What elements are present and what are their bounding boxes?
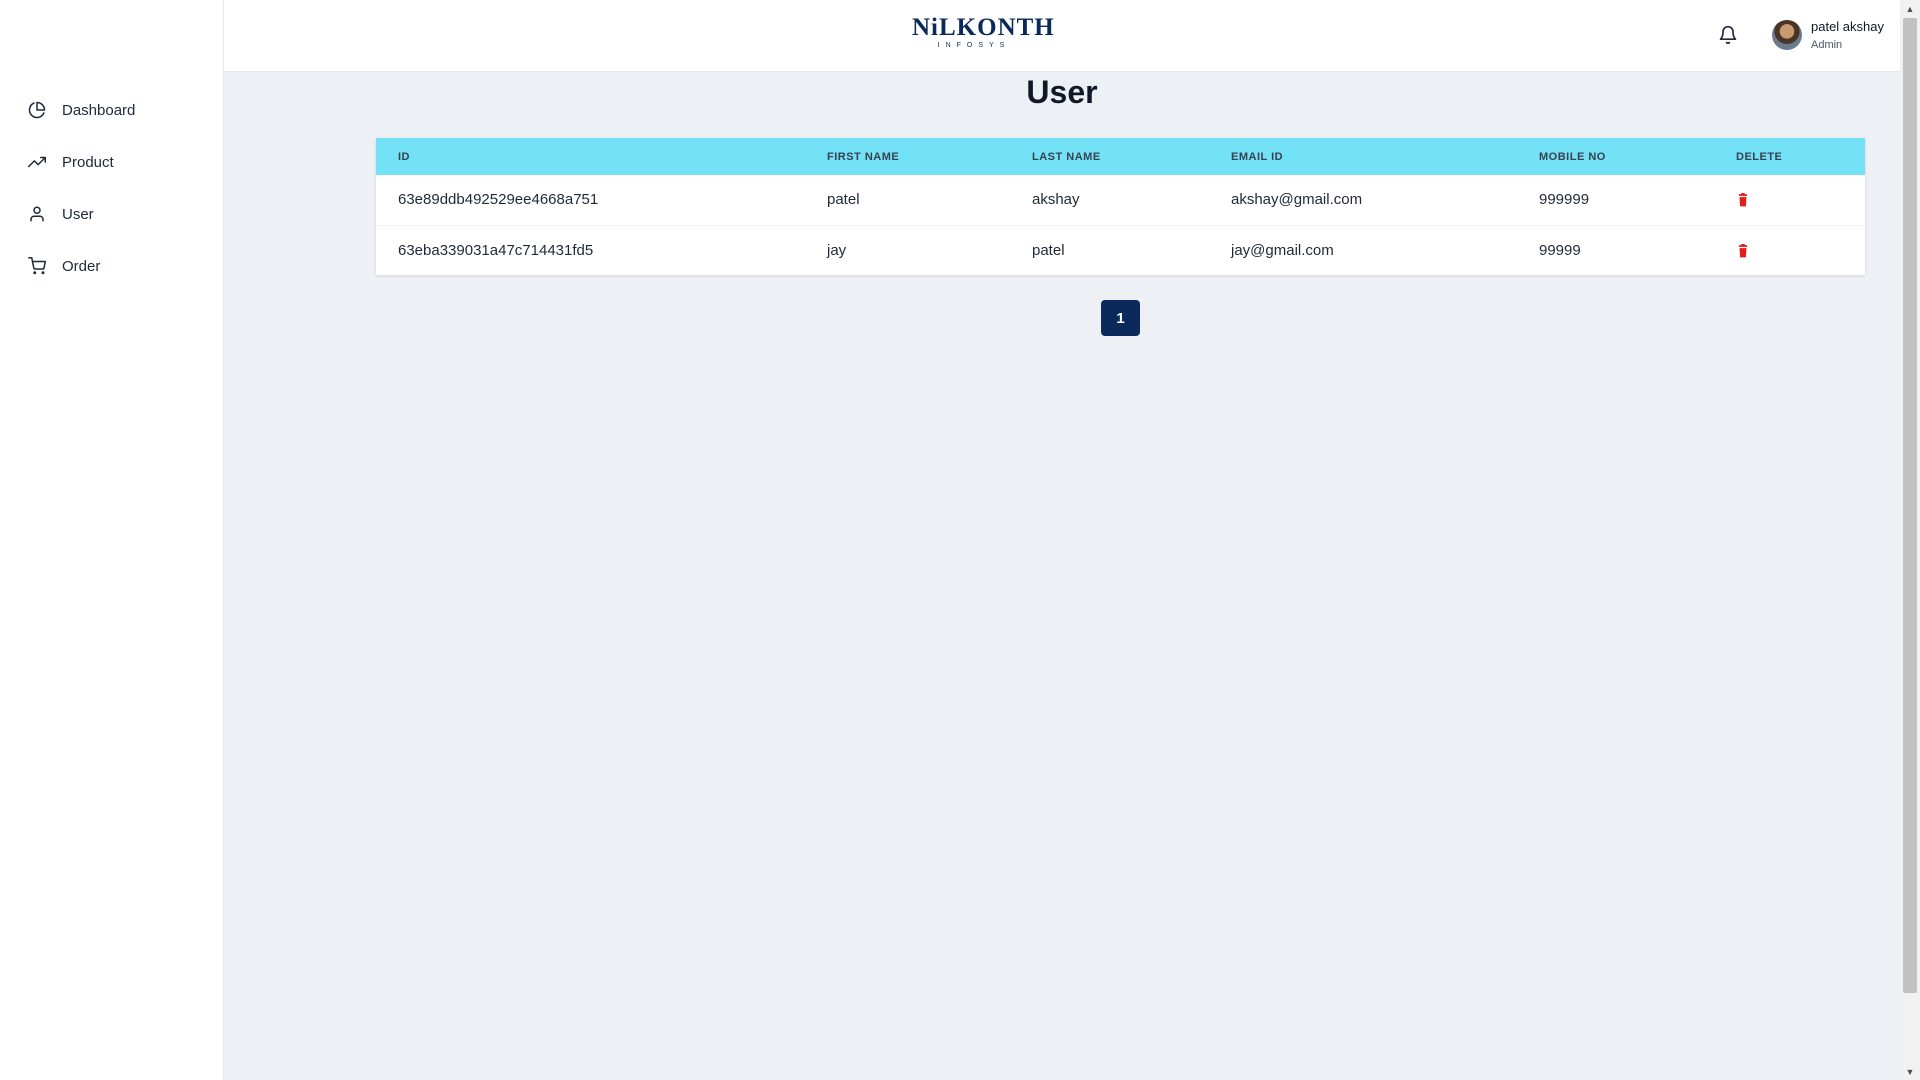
sidebar-item-order[interactable]: Order bbox=[28, 240, 135, 292]
cell-email: jay@gmail.com bbox=[1231, 241, 1334, 259]
sidebar-item-label: Product bbox=[62, 153, 114, 171]
sidebar: Dashboard Product User Order bbox=[0, 0, 224, 1080]
user-name[interactable]: patel akshay bbox=[1811, 19, 1884, 34]
cart-icon bbox=[28, 257, 46, 275]
cell-email: akshay@gmail.com bbox=[1231, 191, 1363, 209]
column-header-id: ID bbox=[398, 150, 410, 163]
table-body: 63e89ddb492529ee4668a751 patel akshay ak… bbox=[376, 175, 1865, 275]
vertical-scrollbar[interactable]: ▲ ▼ bbox=[1900, 0, 1920, 1080]
sidebar-item-user[interactable]: User bbox=[28, 188, 135, 240]
users-table-container: ID FIRST NAME LAST NAME EMAIL ID MOBILE … bbox=[376, 138, 1865, 275]
pagination-page-1[interactable]: 1 bbox=[1101, 300, 1140, 336]
sidebar-item-label: Dashboard bbox=[62, 101, 136, 119]
trash-icon[interactable] bbox=[1736, 243, 1750, 258]
sidebar-nav: Dashboard Product User Order bbox=[28, 84, 135, 292]
column-header-first-name: FIRST NAME bbox=[827, 150, 900, 163]
cell-last-name: akshay bbox=[1032, 191, 1080, 209]
cell-id: 63eba339031a47c714431fd5 bbox=[398, 241, 594, 259]
table-row: 63eba339031a47c714431fd5 jay patel jay@g… bbox=[376, 225, 1865, 275]
pie-chart-icon bbox=[28, 101, 46, 119]
bell-icon[interactable] bbox=[1718, 25, 1738, 45]
brand-tagline: INFOSYS bbox=[937, 42, 1011, 49]
column-header-delete: DELETE bbox=[1736, 150, 1783, 163]
sidebar-item-label: Order bbox=[62, 257, 101, 275]
avatar[interactable] bbox=[1772, 20, 1802, 50]
cell-id: 63e89ddb492529ee4668a751 bbox=[398, 191, 599, 209]
user-icon bbox=[30, 206, 44, 222]
cell-mobile: 99999 bbox=[1539, 241, 1581, 259]
sidebar-item-label: User bbox=[62, 205, 94, 223]
page-title: User bbox=[1026, 74, 1098, 110]
trending-up-icon bbox=[28, 156, 46, 168]
cell-mobile: 999999 bbox=[1539, 191, 1590, 209]
brand-name: NiLKONTH bbox=[912, 14, 1055, 41]
scroll-up-arrow-icon[interactable]: ▲ bbox=[1900, 0, 1920, 17]
users-table: ID FIRST NAME LAST NAME EMAIL ID MOBILE … bbox=[376, 138, 1865, 275]
column-header-mobile: MOBILE NO bbox=[1539, 150, 1606, 163]
cell-first-name: jay bbox=[827, 241, 847, 259]
column-header-last-name: LAST NAME bbox=[1032, 150, 1101, 163]
trash-icon[interactable] bbox=[1736, 193, 1750, 207]
cell-last-name: patel bbox=[1032, 241, 1065, 259]
cell-delete bbox=[1714, 225, 1865, 275]
cell-first-name: patel bbox=[827, 191, 860, 209]
scrollbar-thumb[interactable] bbox=[1903, 18, 1917, 993]
sidebar-item-product[interactable]: Product bbox=[28, 136, 135, 188]
main-content: User ID FIRST NAME LAST NAME EMAIL ID MO… bbox=[224, 72, 1900, 1080]
column-header-email: EMAIL ID bbox=[1231, 150, 1284, 163]
user-role: Admin bbox=[1811, 39, 1843, 51]
brand-logo[interactable]: NiLKONTH INFOSYS bbox=[912, 14, 1055, 52]
sidebar-item-dashboard[interactable]: Dashboard bbox=[28, 84, 135, 136]
scroll-down-arrow-icon[interactable]: ▼ bbox=[1900, 1063, 1920, 1080]
table-row: 63e89ddb492529ee4668a751 patel akshay ak… bbox=[376, 175, 1865, 225]
top-header: NiLKONTH INFOSYS patel akshay Admin bbox=[224, 0, 1900, 72]
table-header-row: ID FIRST NAME LAST NAME EMAIL ID MOBILE … bbox=[376, 138, 1865, 175]
cell-delete bbox=[1714, 175, 1865, 225]
table-header: ID FIRST NAME LAST NAME EMAIL ID MOBILE … bbox=[376, 138, 1865, 175]
